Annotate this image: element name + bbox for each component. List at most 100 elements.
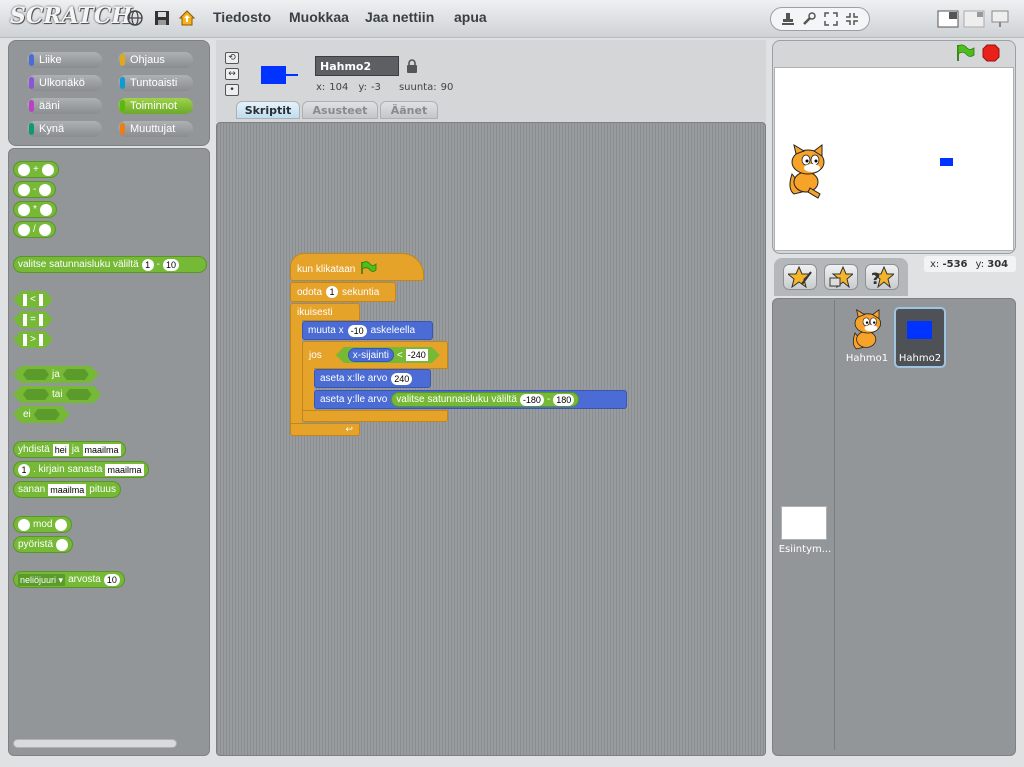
slot[interactable]: 10 [162, 258, 179, 271]
flip-icon[interactable]: ↔ [225, 68, 239, 80]
save-icon[interactable] [153, 9, 171, 27]
block-math-function[interactable]: neliöjuuri ▾ arvosta 10 [13, 571, 125, 588]
block-and[interactable]: ja [13, 366, 99, 383]
slot[interactable] [23, 389, 49, 400]
choose-sprite-file-icon[interactable] [824, 264, 858, 290]
slot[interactable]: maailma [105, 463, 144, 476]
menu-file[interactable]: Tiedosto [213, 9, 271, 25]
palette-scrollbar[interactable] [13, 739, 177, 748]
layout-small-icon[interactable] [963, 10, 985, 28]
slot[interactable]: maailma [48, 483, 87, 496]
green-flag-icon[interactable] [955, 44, 975, 65]
slot[interactable] [39, 314, 43, 326]
tab-costumes[interactable]: Asusteet [302, 101, 378, 119]
category-sensing[interactable]: Tuntoaisti [118, 75, 193, 91]
block-greater-than[interactable]: > [13, 331, 53, 348]
block-length-of[interactable]: sanan maailma pituus [13, 481, 121, 498]
sprite-thumb-hahmo1[interactable] [843, 307, 891, 355]
block-change-x[interactable]: muuta x -10 askeleella [302, 321, 433, 340]
block-random[interactable]: valitse satunnaisluku väliltä 1-10 [13, 256, 207, 273]
block-mod[interactable]: mod [13, 516, 73, 533]
block-less-than[interactable]: < [13, 291, 53, 308]
slot[interactable]: -240 [406, 349, 428, 361]
block-letter-of[interactable]: 1. kirjain sanasta maailma [13, 461, 149, 478]
block-forever[interactable]: ikuisesti [290, 303, 360, 321]
scripts-area[interactable] [216, 122, 766, 756]
block-divide[interactable]: / [13, 221, 56, 238]
stop-sign-icon[interactable] [982, 44, 1000, 65]
slot[interactable] [18, 223, 30, 236]
slot[interactable]: -180 [519, 393, 544, 406]
category-variables[interactable]: Muuttujat [118, 121, 193, 137]
slot[interactable]: 10 [103, 573, 120, 586]
block-equals[interactable]: = [13, 311, 53, 328]
tab-sounds[interactable]: Äänet [380, 101, 438, 119]
block-add[interactable]: + [13, 161, 59, 178]
slot[interactable]: maailma [82, 443, 121, 456]
block-round[interactable]: pyöristä [13, 536, 74, 553]
slot[interactable] [66, 389, 92, 400]
sprite-name-field[interactable]: Hahmo2 [315, 56, 399, 76]
stage-thumbnail[interactable] [781, 506, 827, 540]
category-operators[interactable]: Toiminnot [118, 98, 193, 114]
cat-sprite-icon[interactable] [782, 143, 832, 202]
block-random[interactable]: valitse satunnaisluku väliltä -180-180 [391, 392, 580, 407]
tab-scripts[interactable]: Skriptit [236, 101, 300, 119]
slot[interactable] [18, 163, 30, 176]
block-if[interactable]: jos x-sijainti < -240 [302, 341, 448, 369]
category-looks[interactable]: Ulkonäkö [27, 75, 102, 91]
block-less-than[interactable]: x-sijainti < -240 [336, 347, 440, 363]
block-set-x[interactable]: aseta x:lle arvo 240 [314, 369, 431, 388]
slot[interactable] [18, 518, 30, 531]
surprise-sprite-icon[interactable]: ? [865, 264, 899, 290]
slot[interactable]: -10 [347, 324, 367, 337]
slot[interactable] [23, 369, 49, 380]
menu-share[interactable]: Jaa nettiin [365, 9, 434, 25]
share-icon[interactable] [178, 9, 196, 27]
grow-icon[interactable] [822, 10, 840, 28]
slot[interactable]: 1 [141, 258, 154, 271]
slot[interactable]: hei [52, 443, 69, 456]
slot[interactable] [55, 518, 68, 531]
category-motion[interactable]: Liike [27, 52, 102, 68]
slot[interactable] [18, 203, 30, 216]
slot[interactable]: 240 [391, 372, 413, 385]
slot[interactable]: 180 [553, 393, 575, 406]
function-dropdown[interactable]: neliöjuuri ▾ [18, 573, 66, 586]
wrench-icon[interactable] [800, 10, 818, 28]
presentation-mode-icon[interactable] [989, 10, 1011, 28]
layout-normal-icon[interactable] [937, 10, 959, 28]
slot[interactable] [63, 369, 89, 380]
slot[interactable] [34, 409, 60, 420]
block-set-y[interactable]: aseta y:lle arvo valitse satunnaisluku v… [314, 390, 627, 409]
slot[interactable] [39, 203, 52, 216]
slot[interactable]: 1 [326, 286, 339, 298]
category-control[interactable]: Ohjaus [118, 52, 193, 68]
slot[interactable] [39, 334, 43, 346]
slot[interactable] [41, 163, 54, 176]
block-wait[interactable]: odota 1 sekuntia [290, 282, 396, 302]
hat-when-flag-clicked[interactable]: kun klikataan [290, 253, 424, 281]
slot[interactable] [39, 294, 43, 306]
menu-edit[interactable]: Muokkaa [289, 9, 349, 25]
stamp-icon[interactable] [779, 10, 797, 28]
sprite-on-stage[interactable] [940, 158, 953, 166]
slot[interactable] [23, 314, 27, 326]
block-not[interactable]: ei [13, 406, 70, 423]
menu-help[interactable]: apua [454, 9, 487, 25]
lock-icon[interactable] [406, 59, 418, 76]
block-or[interactable]: tai [13, 386, 102, 403]
block-multiply[interactable]: * [13, 201, 57, 218]
reporter-x-position[interactable]: x-sijainti [348, 348, 394, 362]
no-rotate-icon[interactable]: • [225, 84, 239, 96]
category-sound[interactable]: ääni [27, 98, 102, 114]
slot[interactable] [39, 183, 52, 196]
paint-new-sprite-icon[interactable] [783, 264, 817, 290]
block-subtract[interactable]: - [13, 181, 57, 198]
slot[interactable] [56, 538, 69, 551]
slot[interactable] [23, 294, 27, 306]
globe-icon[interactable] [126, 9, 144, 27]
slot[interactable] [18, 183, 30, 196]
rotate-icon[interactable]: ⟲ [225, 52, 239, 64]
slot[interactable] [23, 334, 27, 346]
